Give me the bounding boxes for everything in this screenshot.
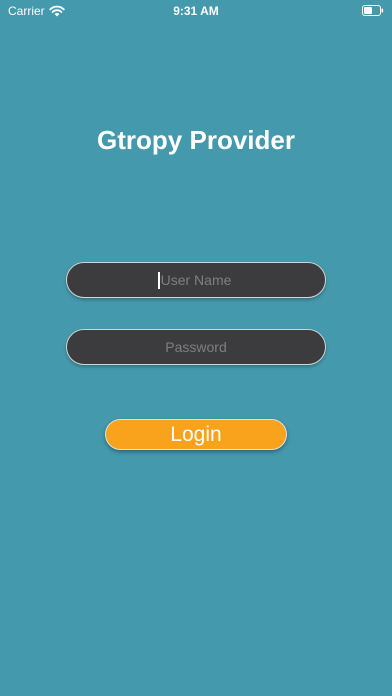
username-input[interactable] xyxy=(66,262,326,298)
password-input[interactable] xyxy=(66,329,326,365)
login-button[interactable]: Login xyxy=(105,419,287,450)
app-title: Gtropy Provider xyxy=(97,125,295,155)
status-time: 9:31 AM xyxy=(173,4,219,18)
battery-icon xyxy=(362,5,384,16)
text-cursor xyxy=(158,272,160,289)
status-bar: Carrier 9:31 AM xyxy=(0,0,392,22)
